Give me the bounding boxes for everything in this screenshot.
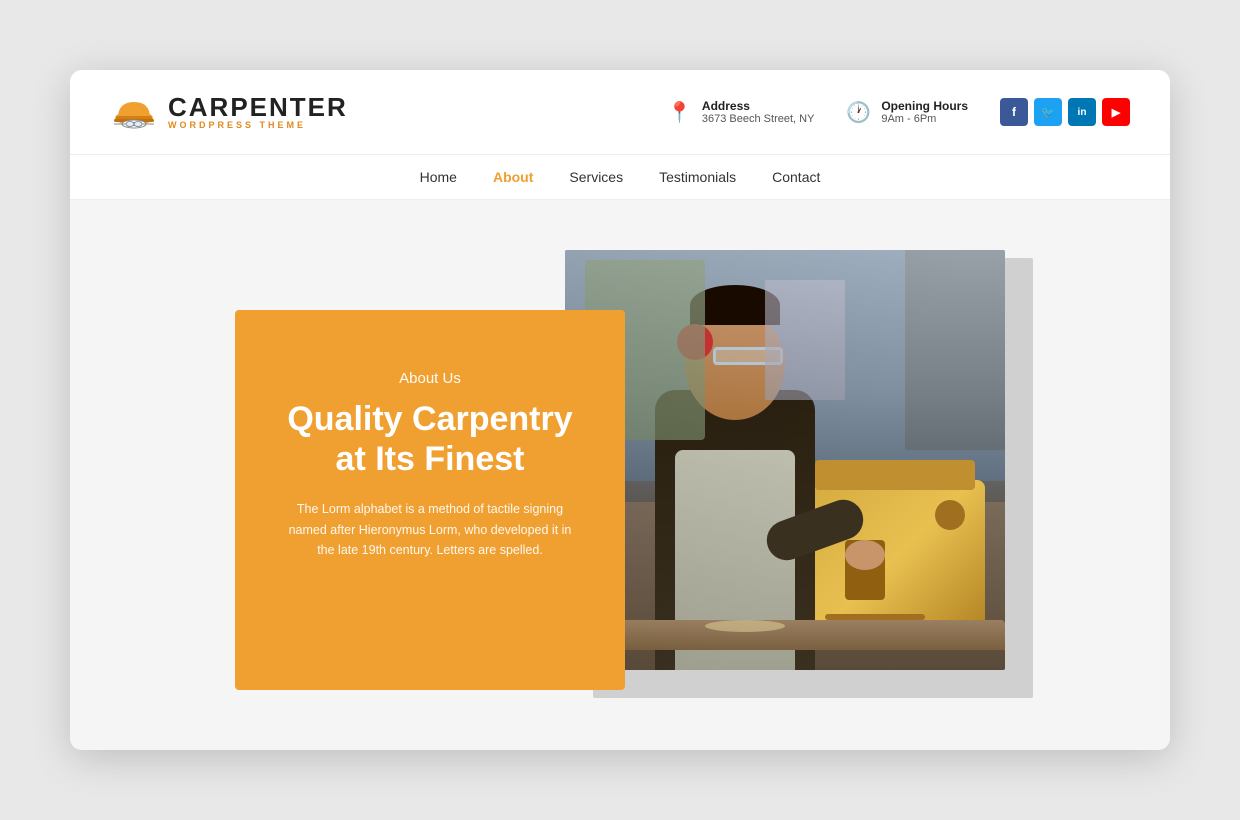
logo-area: CARPENTER WORDPRESS THEME — [110, 88, 348, 136]
logo-icon — [110, 88, 158, 136]
browser-window: CARPENTER WORDPRESS THEME 📍 Address 3673… — [70, 70, 1170, 750]
hours-label: Opening Hours — [881, 99, 968, 113]
nav-services[interactable]: Services — [569, 169, 623, 185]
hours-value: 9Am - 6Pm — [881, 113, 968, 125]
about-section: About Us Quality Carpentry at Its Finest… — [170, 250, 1070, 690]
nav-about[interactable]: About — [493, 169, 533, 185]
clock-icon: 🕐 — [846, 100, 871, 125]
social-icons: f 🐦 in ▶ — [1000, 98, 1130, 126]
logo-text-wrap: CARPENTER WORDPRESS THEME — [168, 94, 348, 130]
nav-testimonials[interactable]: Testimonials — [659, 169, 736, 185]
logo-title: CARPENTER — [168, 94, 348, 120]
about-label: About Us — [279, 370, 581, 387]
linkedin-icon[interactable]: in — [1068, 98, 1096, 126]
logo-subtitle: WORDPRESS THEME — [168, 120, 348, 130]
youtube-icon[interactable]: ▶ — [1102, 98, 1130, 126]
about-body: The Lorm alphabet is a method of tactile… — [279, 499, 581, 561]
about-heading: Quality Carpentry at Its Finest — [279, 399, 581, 479]
location-icon: 📍 — [667, 100, 692, 125]
facebook-icon[interactable]: f — [1000, 98, 1028, 126]
address-label: Address — [702, 99, 815, 113]
nav-contact[interactable]: Contact — [772, 169, 820, 185]
workshop-image — [565, 250, 1005, 670]
about-card: About Us Quality Carpentry at Its Finest… — [235, 310, 625, 690]
about-image-wrap — [565, 250, 1005, 670]
site-nav: Home About Services Testimonials Contact — [70, 155, 1170, 200]
nav-home[interactable]: Home — [420, 169, 457, 185]
address-block: 📍 Address 3673 Beech Street, NY — [667, 99, 814, 125]
header-info: 📍 Address 3673 Beech Street, NY 🕐 Openin… — [667, 98, 1130, 126]
main-content: About Us Quality Carpentry at Its Finest… — [70, 200, 1170, 750]
address-value: 3673 Beech Street, NY — [702, 113, 815, 125]
twitter-icon[interactable]: 🐦 — [1034, 98, 1062, 126]
hours-block: 🕐 Opening Hours 9Am - 6Pm — [846, 99, 968, 125]
site-header: CARPENTER WORDPRESS THEME 📍 Address 3673… — [70, 70, 1170, 155]
